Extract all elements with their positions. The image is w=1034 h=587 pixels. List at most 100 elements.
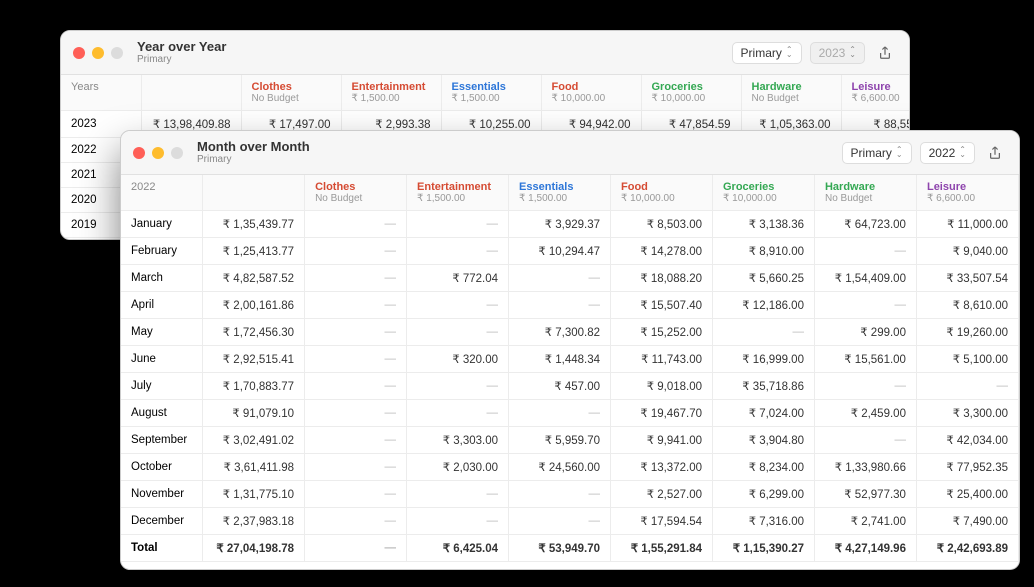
cell: ₹ 457.00 bbox=[509, 373, 611, 400]
row-label[interactable]: May bbox=[121, 319, 203, 346]
cell: ₹ 3,138.36 bbox=[713, 211, 815, 238]
row-total: ₹ 3,61,411.98 bbox=[203, 454, 305, 481]
month-row[interactable]: February₹ 1,25,413.77——₹ 10,294.47₹ 14,2… bbox=[121, 238, 1019, 265]
cell: ₹ 11,000.00 bbox=[916, 211, 1018, 238]
zoom-icon[interactable] bbox=[171, 147, 183, 159]
chevron-updown-icon: ⌃⌄ bbox=[896, 146, 903, 159]
row-label[interactable]: Total bbox=[121, 535, 203, 562]
category-header[interactable]: Entertainment₹ 1,500.00 bbox=[407, 175, 509, 211]
cell: ₹ 77,952.35 bbox=[916, 454, 1018, 481]
year-selector[interactable]: 2022 ⌃⌄ bbox=[920, 142, 975, 164]
cell: ₹ 9,040.00 bbox=[916, 238, 1018, 265]
row-label[interactable]: April bbox=[121, 292, 203, 319]
category-header[interactable]: Groceries₹ 10,000.00 bbox=[713, 175, 815, 211]
close-icon[interactable] bbox=[133, 147, 145, 159]
cell: ₹ 2,42,693.89 bbox=[916, 535, 1018, 562]
cell: — bbox=[305, 400, 407, 427]
cell: ₹ 7,490.00 bbox=[916, 508, 1018, 535]
cell: ₹ 299.00 bbox=[814, 319, 916, 346]
cell: ₹ 14,278.00 bbox=[611, 238, 713, 265]
row-label[interactable]: December bbox=[121, 508, 203, 535]
cell: ₹ 5,959.70 bbox=[509, 427, 611, 454]
cell: — bbox=[814, 427, 916, 454]
month-row[interactable]: June₹ 2,92,515.41—₹ 320.00₹ 1,448.34₹ 11… bbox=[121, 346, 1019, 373]
cell: ₹ 24,560.00 bbox=[509, 454, 611, 481]
cell: ₹ 1,33,980.66 bbox=[814, 454, 916, 481]
category-header[interactable]: HardwareNo Budget bbox=[741, 75, 841, 111]
cell: ₹ 5,100.00 bbox=[916, 346, 1018, 373]
month-row[interactable]: October₹ 3,61,411.98—₹ 2,030.00₹ 24,560.… bbox=[121, 454, 1019, 481]
cell: ₹ 8,910.00 bbox=[713, 238, 815, 265]
category-header[interactable]: Groceries₹ 10,000.00 bbox=[641, 75, 741, 111]
category-header[interactable]: Food₹ 10,000.00 bbox=[611, 175, 713, 211]
cell: — bbox=[814, 238, 916, 265]
cell: ₹ 64,723.00 bbox=[814, 211, 916, 238]
category-header[interactable]: Entertainment₹ 1,500.00 bbox=[341, 75, 441, 111]
cell: — bbox=[509, 508, 611, 535]
category-header[interactable]: Leisure₹ 6,600.00 bbox=[841, 75, 909, 111]
category-header[interactable]: ClothesNo Budget bbox=[305, 175, 407, 211]
cell: ₹ 13,372.00 bbox=[611, 454, 713, 481]
minimize-icon[interactable] bbox=[92, 47, 104, 59]
month-row[interactable]: March₹ 4,82,587.52—₹ 772.04—₹ 18,088.20₹… bbox=[121, 265, 1019, 292]
share-button[interactable] bbox=[983, 142, 1007, 164]
month-row[interactable]: January₹ 1,35,439.77——₹ 3,929.37₹ 8,503.… bbox=[121, 211, 1019, 238]
share-button[interactable] bbox=[873, 42, 897, 64]
month-row[interactable]: July₹ 1,70,883.77——₹ 457.00₹ 9,018.00₹ 3… bbox=[121, 373, 1019, 400]
cell: ₹ 8,610.00 bbox=[916, 292, 1018, 319]
category-header[interactable]: Leisure₹ 6,600.00 bbox=[916, 175, 1018, 211]
row-total: ₹ 1,72,456.30 bbox=[203, 319, 305, 346]
cell: ₹ 18,088.20 bbox=[611, 265, 713, 292]
row-total: ₹ 2,00,161.86 bbox=[203, 292, 305, 319]
category-header[interactable]: Essentials₹ 1,500.00 bbox=[441, 75, 541, 111]
total-header bbox=[203, 175, 305, 211]
cell: ₹ 10,294.47 bbox=[509, 238, 611, 265]
month-row[interactable]: November₹ 1,31,775.10———₹ 2,527.00₹ 6,29… bbox=[121, 481, 1019, 508]
row-label[interactable]: June bbox=[121, 346, 203, 373]
account-selector[interactable]: Primary ⌃⌄ bbox=[732, 42, 802, 64]
cell: ₹ 15,561.00 bbox=[814, 346, 916, 373]
cell: ₹ 6,425.04 bbox=[407, 535, 509, 562]
row-label[interactable]: July bbox=[121, 373, 203, 400]
category-header[interactable]: HardwareNo Budget bbox=[814, 175, 916, 211]
zoom-icon[interactable] bbox=[111, 47, 123, 59]
close-icon[interactable] bbox=[73, 47, 85, 59]
category-header[interactable]: Essentials₹ 1,500.00 bbox=[509, 175, 611, 211]
cell: ₹ 772.04 bbox=[407, 265, 509, 292]
row-label[interactable]: January bbox=[121, 211, 203, 238]
row-label[interactable]: November bbox=[121, 481, 203, 508]
year-selector[interactable]: 2023 ⌃⌄ bbox=[810, 42, 865, 64]
category-header[interactable]: ClothesNo Budget bbox=[241, 75, 341, 111]
row-label[interactable]: October bbox=[121, 454, 203, 481]
month-row[interactable]: April₹ 2,00,161.86———₹ 15,507.40₹ 12,186… bbox=[121, 292, 1019, 319]
cell: — bbox=[407, 373, 509, 400]
row-label[interactable]: August bbox=[121, 400, 203, 427]
cell: — bbox=[305, 535, 407, 562]
cell: — bbox=[407, 481, 509, 508]
cell: — bbox=[916, 373, 1018, 400]
cell: ₹ 4,27,149.96 bbox=[814, 535, 916, 562]
month-row[interactable]: December₹ 2,37,983.18———₹ 17,594.54₹ 7,3… bbox=[121, 508, 1019, 535]
cell: — bbox=[407, 292, 509, 319]
minimize-icon[interactable] bbox=[152, 147, 164, 159]
month-row[interactable]: September₹ 3,02,491.02—₹ 3,303.00₹ 5,959… bbox=[121, 427, 1019, 454]
row-label[interactable]: September bbox=[121, 427, 203, 454]
category-header[interactable]: Food₹ 10,000.00 bbox=[541, 75, 641, 111]
subtitle-text: Primary bbox=[137, 54, 226, 65]
cell: ₹ 2,741.00 bbox=[814, 508, 916, 535]
month-row[interactable]: Total₹ 27,04,198.78—₹ 6,425.04₹ 53,949.7… bbox=[121, 535, 1019, 562]
cell: ₹ 16,999.00 bbox=[713, 346, 815, 373]
cell: ₹ 7,300.82 bbox=[509, 319, 611, 346]
cell: — bbox=[407, 508, 509, 535]
row-label[interactable]: February bbox=[121, 238, 203, 265]
month-row[interactable]: August₹ 91,079.10———₹ 19,467.70₹ 7,024.0… bbox=[121, 400, 1019, 427]
cell: — bbox=[509, 265, 611, 292]
cell: — bbox=[305, 211, 407, 238]
month-row[interactable]: May₹ 1,72,456.30——₹ 7,300.82₹ 15,252.00—… bbox=[121, 319, 1019, 346]
cell: ₹ 2,527.00 bbox=[611, 481, 713, 508]
cell: — bbox=[509, 481, 611, 508]
cell: ₹ 2,030.00 bbox=[407, 454, 509, 481]
account-selector[interactable]: Primary ⌃⌄ bbox=[842, 142, 912, 164]
month-window: Month over Month Primary Primary ⌃⌄ 2022… bbox=[120, 130, 1020, 570]
row-label[interactable]: March bbox=[121, 265, 203, 292]
